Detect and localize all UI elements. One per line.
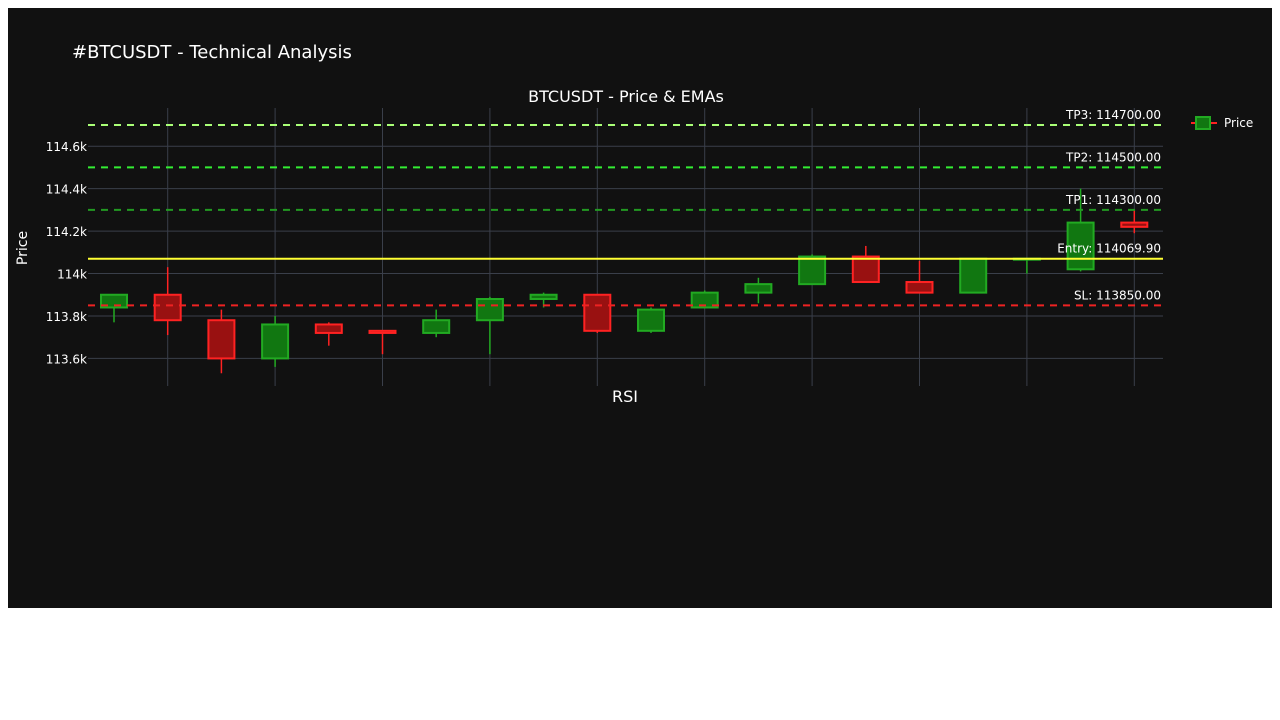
level-layer: TP3: 114700.00 TP2: 114500.00 TP1: 114300.… [88, 108, 1163, 307]
candle-body [368, 329, 397, 334]
x-axis-label: RSI [612, 387, 638, 406]
candle-body [959, 257, 988, 294]
legend-label-price: Price [1224, 116, 1253, 130]
page-title: #BTCUSDT - Technical Analysis [72, 42, 352, 63]
grid-layer [88, 108, 1163, 386]
candle-body [851, 255, 880, 284]
level-label: TP2: 114500.00 [1065, 150, 1161, 164]
candle [261, 315, 290, 367]
y-axis-label: Price [15, 231, 31, 265]
y-tick-label: 113.8k [46, 310, 87, 324]
candle [368, 329, 397, 355]
candle [959, 257, 988, 294]
candle [314, 322, 343, 346]
candle [100, 293, 128, 323]
legend-candle-icon [1195, 116, 1211, 130]
chart-container: #BTCUSDT - Technical Analysis BTCUSDT - … [8, 8, 1272, 608]
level-label: TP1: 114300.00 [1065, 193, 1161, 207]
candle-body [744, 283, 773, 294]
candle [851, 245, 880, 284]
candle [422, 309, 451, 338]
level-label: SL: 113850.00 [1074, 288, 1161, 302]
candle-body [475, 297, 504, 322]
candle-body [422, 319, 451, 334]
y-tick-label: 114k [57, 268, 87, 282]
chart-title: BTCUSDT - Price & EMAs [528, 87, 724, 106]
candle-layer [100, 188, 1149, 374]
candle [905, 260, 934, 294]
level-label: TP3: 114700.00 [1065, 108, 1161, 122]
candle-body [207, 319, 236, 360]
chart-svg: #BTCUSDT - Technical Analysis BTCUSDT - … [15, 42, 1253, 406]
candle [744, 277, 773, 304]
legend[interactable]: Price [1191, 116, 1253, 130]
candle-body [529, 293, 558, 300]
y-tick-label: 114.2k [46, 225, 87, 239]
candle-body [261, 323, 290, 360]
candle [153, 267, 182, 336]
candle-body [153, 293, 182, 322]
candle [1012, 257, 1041, 274]
candle [207, 309, 236, 374]
candle-body [798, 255, 827, 286]
candle-body [637, 308, 665, 332]
candle [583, 293, 612, 333]
candle-body [583, 293, 612, 332]
y-tick-label: 113.6k [46, 352, 87, 366]
candle-body [1120, 221, 1149, 228]
y-tick-label: 114.4k [46, 183, 87, 197]
y-tick-label: 114.6k [46, 140, 87, 154]
candle-body [314, 323, 343, 334]
level-label: Entry: 114069.90 [1057, 242, 1161, 256]
candle [1120, 209, 1149, 234]
y-tick-layer: 113.6k 113.8k 114k 114.2k 114.4k 114.6k [46, 140, 87, 366]
candle-body [905, 281, 934, 294]
candle [637, 307, 665, 333]
